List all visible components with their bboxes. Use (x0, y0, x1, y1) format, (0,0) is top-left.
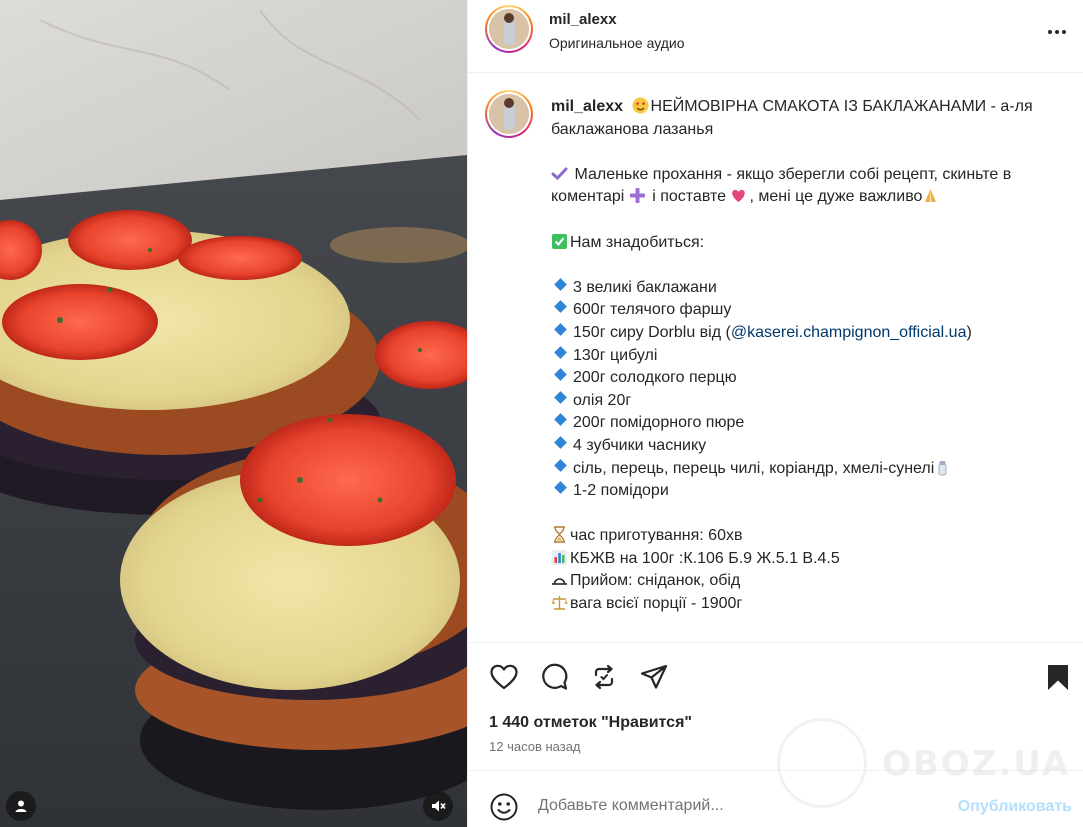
request-text-2: і поставте (652, 188, 727, 206)
caption-title: НЕЙМОВІРНА СМАКОТА ІЗ БАКЛАЖАНАМИ - а-ля… (551, 98, 1033, 138)
ingredient-item: 600г телячого фаршу (551, 299, 1051, 322)
ingredient-item: 4 зубчики часнику (551, 435, 1051, 458)
ingredient-item: 130г цибулі (551, 345, 1051, 368)
comment-input[interactable] (538, 797, 918, 815)
comment-icon[interactable] (538, 661, 570, 693)
check-mark-icon (551, 165, 568, 182)
plus-icon (629, 187, 646, 204)
more-horizontal-icon[interactable] (1044, 22, 1070, 42)
hourglass-icon (551, 526, 568, 543)
like-icon[interactable] (488, 661, 520, 693)
diamond-icon (554, 413, 567, 427)
diamond-icon (554, 345, 567, 359)
diamond-icon (554, 436, 567, 449)
diamond-icon (554, 277, 567, 291)
bar-chart-icon (551, 549, 568, 566)
need-label: Нам знадобиться: (570, 233, 705, 251)
post-media[interactable] (0, 0, 467, 827)
likes-count[interactable]: 1 440 отметок "Нравится" (489, 714, 692, 732)
emoji-icon[interactable] (488, 791, 520, 823)
caption-area: mil_alexx НЕЙМОВІРНА СМАКОТА ІЗ БАКЛАЖАН… (468, 74, 1083, 642)
kbzhu: КБЖВ на 100г :К.106 Б.9 Ж.5.1 В.4.5 (570, 549, 840, 567)
cook-time: час приготування: 60хв (570, 527, 743, 545)
meal-type: Прийом: сніданок, обід (570, 572, 741, 590)
share-icon[interactable] (638, 661, 670, 693)
mute-icon[interactable] (423, 791, 453, 821)
check-box-icon (551, 233, 568, 250)
action-bar: 1 440 отметок "Нравится" 12 часов назад (468, 642, 1083, 770)
post-header: mil_alexx Оригинальное аудио (468, 0, 1083, 73)
salt-shaker-icon (934, 459, 951, 476)
diamond-icon (554, 481, 567, 494)
bookmark-icon[interactable] (1042, 661, 1074, 693)
request-text-3: , мені це дуже важливо (749, 188, 923, 206)
ingredient-item: сіль, перець, перець чилі, коріандр, хме… (551, 458, 1051, 481)
tagged-users-icon[interactable] (6, 791, 36, 821)
food-photo (0, 0, 467, 827)
post-time[interactable]: 12 часов назад (489, 739, 581, 754)
diamond-icon (554, 323, 567, 336)
diamond-icon (554, 300, 567, 314)
diamond-icon (554, 390, 567, 404)
portion-weight: вага всієї порції - 1900г (570, 595, 743, 613)
scales-icon (551, 594, 568, 611)
praying-hands-icon (922, 187, 939, 204)
diamond-icon (554, 368, 567, 381)
header-username[interactable]: mil_alexx (549, 11, 617, 28)
sunrise-icon (551, 571, 568, 588)
ingredient-item: 200г солодкого перцю (551, 367, 1051, 390)
avatar[interactable] (485, 5, 533, 53)
ingredient-item: 200г помідорного пюре (551, 412, 1051, 435)
post-panel: mil_alexx Оригинальное аудио mil_alexx Н… (467, 0, 1083, 827)
repost-icon[interactable] (588, 661, 620, 693)
caption-avatar[interactable] (485, 90, 533, 138)
comment-bar: Опубликовать (468, 770, 1083, 827)
diamond-icon (554, 458, 567, 472)
caption-text: mil_alexx НЕЙМОВІРНА СМАКОТА ІЗ БАКЛАЖАН… (551, 96, 1051, 616)
heart-eyes-icon (632, 97, 649, 114)
ingredient-item: 3 великі баклажани (551, 277, 1051, 300)
ingredient-item: олія 20г (551, 390, 1051, 413)
ingredient-item: 1-2 помідори (551, 480, 1051, 503)
audio-label[interactable]: Оригинальное аудио (549, 35, 685, 51)
caption-username[interactable]: mil_alexx (551, 98, 623, 115)
ingredient-item: 150г сиру Dorblu від (@kaserei.champigno… (551, 322, 1051, 345)
post-comment-button[interactable]: Опубликовать (958, 798, 1072, 816)
heart-icon (730, 187, 747, 204)
mention-link[interactable]: @kaserei.champignon_official.ua (731, 324, 967, 341)
